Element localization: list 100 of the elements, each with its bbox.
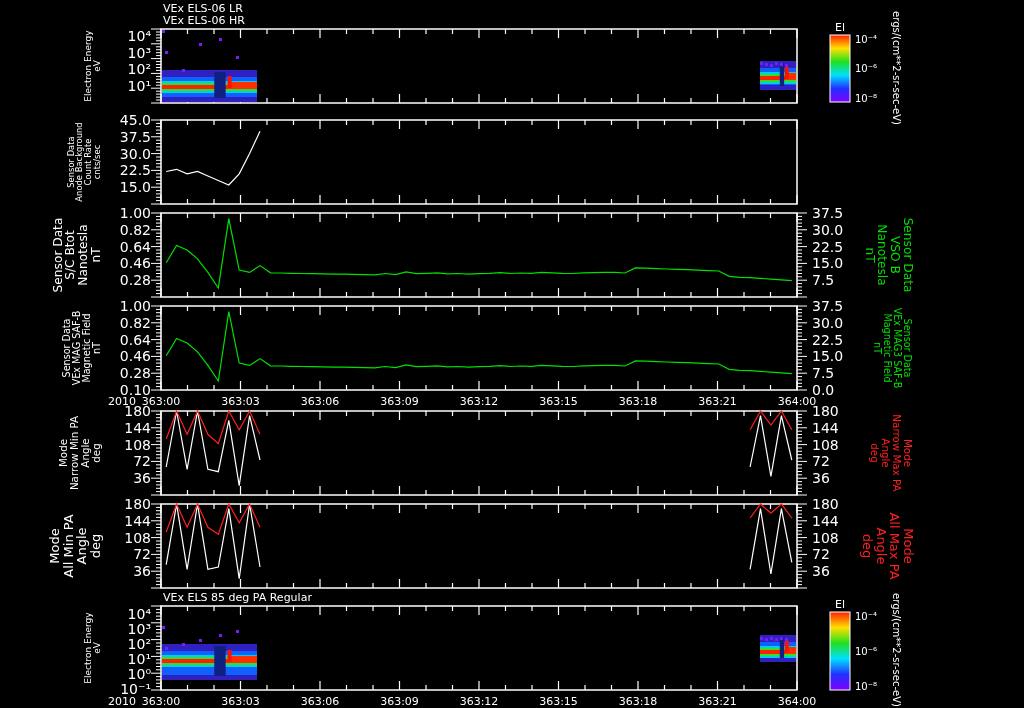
axis-tick-label: 180 — [812, 403, 839, 419]
axis-label: eV — [92, 642, 102, 654]
axis-tick-label: 0.82 — [119, 314, 151, 331]
axis-tick-label: 15.0 — [119, 179, 151, 196]
axis-label: cnts/sec — [92, 144, 102, 180]
time-label: 363:00 — [141, 694, 181, 708]
axis-label: Electron Energy — [82, 30, 93, 102]
plot-title: VEx ELS 85 deg PA Regular — [163, 591, 312, 604]
axis-tick-label: 37.5 — [812, 205, 844, 221]
year-label: 2010 — [108, 694, 136, 708]
unit-label: ergs/(cm**2-sr-sec-eV) — [891, 593, 902, 707]
axis-tick-label: 10¹ — [127, 651, 151, 667]
plot-title: VEx ELS-06 LR — [163, 2, 243, 15]
axis-label: Magnetic Field — [881, 313, 893, 383]
axis-tick-label: 36 — [133, 563, 151, 580]
axis-label: Electron Energy — [82, 612, 93, 684]
axis-tick-label: 108 — [124, 436, 151, 453]
colorbar-tick-label: 10⁻⁶ — [855, 63, 877, 74]
axis-tick-label: 72 — [133, 546, 151, 563]
axis-tick-label: 180 — [124, 403, 151, 419]
colorbar-tick-label: 10⁻⁴ — [855, 610, 877, 622]
axis-label: Sensor Data — [60, 318, 72, 378]
time-label: 363:06 — [300, 394, 340, 408]
axis-label: Narrow Max PA — [891, 414, 904, 492]
time-label: 363:12 — [459, 394, 499, 408]
axis-tick-label: 0.46 — [119, 255, 151, 272]
axis-tick-label: 0.64 — [119, 331, 151, 348]
axis-label: Sensor Data — [902, 318, 913, 378]
time-label: 363:21 — [698, 694, 737, 708]
axis-tick-label: 22.5 — [812, 331, 844, 348]
axis-tick-label: 37.5 — [119, 128, 151, 145]
axis-label: Angle — [880, 438, 893, 468]
axis-label: Mode — [901, 528, 916, 564]
axis-tick-label: 30.0 — [812, 314, 844, 331]
axis-label: Mode — [57, 438, 70, 468]
axis-label: Nanotesla — [875, 224, 890, 286]
axis-tick-label: 180 — [124, 496, 151, 512]
axis-label: All Max PA — [887, 512, 903, 580]
axis-label: VEx MAG3 SAF-B — [891, 307, 903, 389]
time-label: 363:15 — [539, 694, 578, 708]
axis-tick-label: 0.82 — [119, 221, 151, 238]
axis-tick-label: 10² — [127, 636, 151, 652]
axis-label: Nanotesla — [76, 224, 91, 286]
time-label: 363:18 — [618, 394, 658, 408]
colorbar-tick-label: 10⁻⁴ — [855, 33, 877, 45]
axis-label: nT — [91, 342, 102, 354]
colorbar-tick-label: 10⁻⁸ — [855, 680, 877, 692]
axis-tick-label: 108 — [124, 529, 151, 546]
axis-label: deg — [90, 443, 102, 463]
time-label: 363:12 — [459, 694, 499, 708]
axis-tick-label: 10⁴ — [127, 28, 151, 45]
axis-tick-label: 1.00 — [119, 205, 151, 221]
axis-label: eV — [92, 60, 102, 72]
colorbar-tick-label: 10⁻⁶ — [855, 645, 877, 657]
axis-tick-label: 180 — [812, 496, 839, 512]
axis-label: nT — [862, 247, 877, 263]
axis-tick-label: 108 — [812, 436, 839, 453]
axis-label: S/C Btot — [63, 230, 78, 280]
axis-tick-label: 30.0 — [119, 145, 151, 162]
axis-tick-label: 36 — [812, 470, 830, 487]
axis-tick-label: 0.28 — [119, 272, 151, 289]
axis-tick-label: 36 — [133, 470, 151, 487]
axis-label: Sensor Data — [65, 136, 76, 188]
axis-label: nT — [871, 342, 883, 354]
axis-label: Mode — [902, 438, 914, 468]
axis-tick-label: 72 — [812, 453, 830, 470]
axis-tick-label: 7.5 — [812, 365, 835, 382]
spectrogram-drawing — [760, 635, 796, 662]
axis-tick-label: 10³ — [127, 44, 151, 61]
axis-tick-label: 0.10 — [119, 382, 151, 398]
axis-label: deg — [88, 533, 103, 559]
axis-label: Sensor Data — [50, 217, 65, 293]
time-label: 363:06 — [300, 694, 340, 708]
axis-tick-label: 30.0 — [812, 221, 844, 238]
axis-tick-label: 72 — [812, 546, 830, 563]
axis-tick-label: 10³ — [127, 621, 151, 637]
axis-tick-label: 10⁻¹ — [120, 681, 151, 697]
axis-label: deg — [869, 443, 882, 463]
time-label: 363:18 — [618, 694, 658, 708]
axis-tick-label: 144 — [124, 512, 151, 529]
axis-tick-label: 10⁰ — [127, 666, 151, 682]
axis-tick-label: 36 — [812, 563, 830, 580]
axis-tick-label: 10⁴ — [127, 606, 151, 622]
plot-title: VEx ELS-06 HR — [163, 14, 245, 27]
axis-tick-label: 45.0 — [119, 112, 151, 128]
axis-tick-label: 22.5 — [119, 162, 151, 179]
axis-label: All Min PA — [60, 514, 76, 578]
time-label: 363:03 — [221, 694, 260, 708]
time-label: 363:03 — [221, 394, 260, 408]
colorbar-title: El — [835, 598, 845, 611]
axis-label: Anode Background — [74, 122, 85, 202]
axis-label: VEx MAG SAF-B — [70, 310, 82, 386]
colorbar-tick-label: 10⁻⁸ — [855, 92, 877, 104]
axis-tick-label: 0.28 — [119, 365, 151, 382]
axis-tick-label: 144 — [812, 512, 839, 529]
axis-tick-label: 10² — [127, 61, 151, 78]
time-label: 363:21 — [698, 394, 737, 408]
axis-tick-label: 37.5 — [812, 298, 844, 314]
colorbar-title: El — [835, 21, 845, 34]
axis-label: Mode — [47, 528, 63, 564]
